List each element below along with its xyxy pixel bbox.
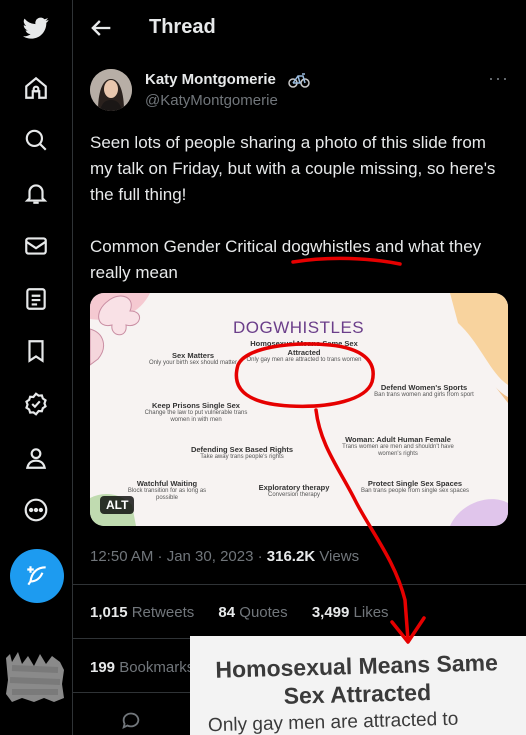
compose-tweet-button[interactable] bbox=[10, 549, 64, 603]
slide-item-head: Defend Women's Sports bbox=[380, 383, 468, 392]
sidebar bbox=[0, 0, 72, 735]
slide-item: Keep Prisons Single Sex Change the law to… bbox=[138, 401, 254, 424]
tweet-p2-prefix: Common Gender Critical bbox=[90, 237, 282, 256]
bookmarks-count: 199 bbox=[90, 659, 116, 676]
back-arrow-icon[interactable] bbox=[87, 14, 115, 42]
notifications-icon[interactable] bbox=[18, 175, 54, 211]
slide-item-head: Defending Sex Based Rights bbox=[190, 445, 294, 454]
retweets-stat[interactable]: 1,015 Retweets bbox=[90, 604, 194, 621]
twitter-logo-icon[interactable] bbox=[18, 10, 54, 46]
tweet-paragraph-1: Seen lots of people sharing a photo of t… bbox=[90, 133, 496, 204]
slide-item: Watchful Waiting Block transition for as … bbox=[122, 479, 212, 502]
slide-item-sub: Ban trans people from single sex spaces bbox=[360, 488, 470, 494]
slide-item-head: Protect Single Sex Spaces bbox=[367, 479, 463, 488]
tweet-meta: 12:50 AM · Jan 30, 2023 · 316.2K Views bbox=[90, 548, 359, 565]
slide-item-sub: Block transition for as long as possible bbox=[127, 488, 207, 501]
slide-item-head: Sex Matters bbox=[171, 351, 215, 360]
likes-count: 3,499 bbox=[311, 604, 350, 621]
more-options-icon[interactable]: ··· bbox=[488, 68, 509, 89]
slide-item-head: Keep Prisons Single Sex bbox=[152, 401, 240, 410]
page-title: Thread bbox=[149, 16, 216, 38]
thread-header: Thread bbox=[73, 0, 526, 56]
feather-icon bbox=[27, 566, 46, 586]
explore-icon[interactable] bbox=[18, 122, 54, 158]
slide-item: Woman: Adult Human Female Trans women are… bbox=[338, 435, 458, 458]
slide-title: DOGWHISTLES bbox=[233, 318, 365, 337]
lists-icon[interactable] bbox=[18, 281, 54, 317]
author-avatar[interactable] bbox=[90, 69, 132, 111]
views-count: 316.2K bbox=[266, 548, 316, 565]
slide-item-sub: Ban trans women and girls from sport bbox=[374, 392, 474, 398]
slide-item-sub: Take away trans people's rights bbox=[200, 454, 284, 460]
quotes-stat[interactable]: 84 Quotes bbox=[218, 604, 287, 621]
retweets-label: Retweets bbox=[127, 604, 195, 621]
slide-item-sub: Change the law to put vulnerable trans w… bbox=[144, 410, 248, 423]
tweet-paragraph-2: Common Gender Critical dogwhistles and w… bbox=[90, 234, 510, 286]
zoom-title: Homosexual Means Same Sex Attracted bbox=[215, 649, 499, 709]
profile-icon[interactable] bbox=[18, 440, 54, 476]
messages-icon[interactable] bbox=[18, 228, 54, 264]
account-avatar-redacted[interactable] bbox=[4, 648, 66, 704]
more-icon[interactable] bbox=[18, 492, 54, 528]
likes-label: Likes bbox=[349, 604, 389, 621]
slide-item: Sex Matters Only your birth sex should ma… bbox=[148, 351, 238, 367]
slide-item: Protect Single Sex Spaces Ban trans peopl… bbox=[360, 479, 470, 495]
slide-item-sub: Conversion therapy bbox=[267, 492, 321, 498]
slide-item: Defending Sex Based Rights Take away tran… bbox=[182, 445, 302, 461]
engagement-stats: 1,015 Retweets 84 Quotes 3,499 Likes bbox=[90, 604, 409, 621]
bicycle-emoji-icon bbox=[288, 73, 310, 88]
slide-item: Homosexual Means Same Sex Attracted Only … bbox=[246, 339, 362, 364]
zoom-subtitle: Only gay men are attracted to bbox=[207, 708, 459, 735]
slide-item: Defend Women's Sports Ban trans women and… bbox=[374, 383, 474, 399]
slide-item-sub: Only gay men are attracted to trans wome… bbox=[246, 357, 362, 363]
tweet-image-slide[interactable]: DOGWHISTLES Sex Matters Only your birth s… bbox=[90, 293, 508, 526]
likes-stat[interactable]: 3,499 Likes bbox=[312, 604, 389, 621]
retweets-count: 1,015 bbox=[90, 604, 128, 621]
tweet-p2-highlight: dogwhistles bbox=[281, 237, 371, 256]
slide-item-head: Watchful Waiting bbox=[136, 479, 198, 488]
quotes-label: Quotes bbox=[235, 604, 288, 621]
tweet-text: Seen lots of people sharing a photo of t… bbox=[90, 130, 510, 286]
views-label: Views bbox=[315, 548, 360, 565]
sidebar-divider bbox=[72, 0, 73, 735]
zoomed-slide-crop: Homosexual Means Same Sex Attracted Only… bbox=[190, 636, 526, 735]
slide-item-sub: Trans women are men and shouldn't have w… bbox=[342, 444, 454, 457]
bookmarks-icon[interactable] bbox=[18, 333, 54, 369]
tweet-timestamp[interactable]: 12:50 AM · Jan 30, 2023 · bbox=[90, 548, 267, 565]
slide-item: Exploratory therapy Conversion therapy bbox=[242, 483, 346, 499]
bookmarks-stat[interactable]: 199 Bookmarks bbox=[90, 659, 194, 676]
quotes-count: 84 bbox=[218, 604, 236, 621]
reply-icon[interactable] bbox=[120, 709, 142, 731]
slide-item-head: Exploratory therapy bbox=[258, 483, 330, 492]
author-name[interactable]: Katy Montgomerie bbox=[145, 71, 276, 88]
home-icon[interactable] bbox=[18, 70, 54, 106]
author-handle[interactable]: @KatyMontgomerie bbox=[145, 92, 278, 109]
slide-item-sub: Only your birth sex should matter bbox=[148, 360, 238, 366]
verified-icon[interactable] bbox=[18, 386, 54, 422]
bookmarks-label: Bookmarks bbox=[115, 659, 195, 676]
slide-item-head: Woman: Adult Human Female bbox=[345, 435, 451, 444]
slide-item-head: Homosexual Means Same Sex Attracted bbox=[250, 339, 358, 357]
alt-text-badge[interactable]: ALT bbox=[100, 496, 135, 514]
divider bbox=[73, 584, 526, 585]
